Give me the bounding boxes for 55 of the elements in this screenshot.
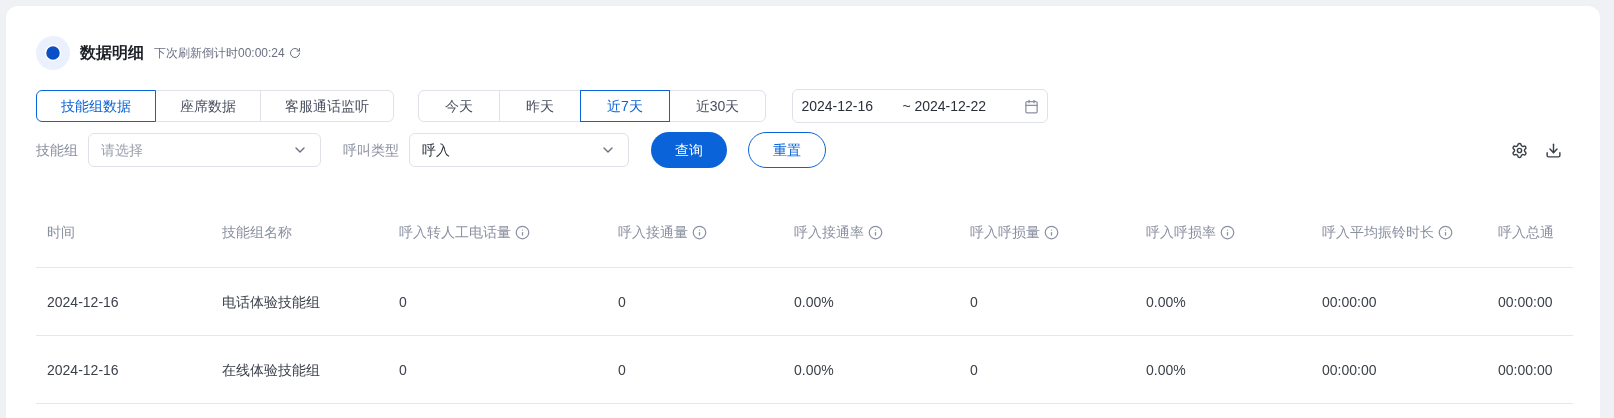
calendar-icon bbox=[1024, 98, 1040, 114]
info-icon[interactable] bbox=[1438, 225, 1453, 240]
select-field[interactable]: 呼入 bbox=[409, 133, 629, 167]
table-cell: 00:00:00 bbox=[1322, 361, 1377, 378]
table-cell: 00:00:00 bbox=[1498, 361, 1553, 378]
info-icon[interactable] bbox=[868, 225, 883, 240]
tab[interactable]: 技能组数据 bbox=[36, 90, 156, 122]
section-title: 数据明细 bbox=[80, 43, 144, 63]
table-cell: 0.00% bbox=[794, 361, 834, 378]
column-header: 呼入呼损量 bbox=[970, 223, 1040, 242]
tab[interactable]: 座席数据 bbox=[155, 90, 261, 122]
tab[interactable]: 今天 bbox=[418, 90, 500, 122]
select-placeholder: 请选择 bbox=[101, 140, 143, 160]
column-header: 呼入接通量 bbox=[618, 223, 688, 242]
settings-icon[interactable] bbox=[1511, 141, 1528, 159]
table-cell: 0 bbox=[970, 361, 978, 378]
table-cell: 在线体验技能组 bbox=[222, 361, 320, 378]
end-date: ~ 2024-12-22 bbox=[902, 96, 987, 116]
filter-label: 技能组 bbox=[36, 140, 78, 160]
start-date: 2024-12-16 bbox=[801, 96, 874, 116]
select-value: 呼入 bbox=[422, 140, 450, 160]
column-header: 技能组名称 bbox=[222, 223, 292, 242]
table-cell: 0 bbox=[970, 293, 978, 310]
query-button[interactable]: 查询 bbox=[651, 132, 727, 168]
tab[interactable]: 近30天 bbox=[668, 90, 767, 122]
info-icon[interactable] bbox=[515, 225, 530, 240]
download-icon[interactable] bbox=[1545, 141, 1562, 159]
table-cell: 2024-12-16 bbox=[47, 293, 119, 310]
table-cell: 0.00% bbox=[1146, 293, 1186, 310]
tab[interactable]: 近7天 bbox=[580, 90, 670, 122]
table-cell: 0 bbox=[399, 293, 407, 310]
table-cell: 0.00% bbox=[1146, 361, 1186, 378]
tab[interactable]: 昨天 bbox=[499, 90, 581, 122]
column-header: 呼入总通 bbox=[1498, 223, 1554, 242]
refresh-countdown: 下次刷新倒计时00:00:24 bbox=[154, 45, 285, 62]
column-header: 呼入转人工电话量 bbox=[399, 223, 511, 242]
table-cell: 00:00:00 bbox=[1322, 293, 1377, 310]
table-cell: 电话体验技能组 bbox=[222, 293, 320, 310]
table-cell: 0 bbox=[618, 293, 626, 310]
filter-label: 呼叫类型 bbox=[343, 140, 399, 160]
info-icon[interactable] bbox=[1044, 225, 1059, 240]
column-header: 时间 bbox=[47, 223, 75, 242]
table-cell: 0 bbox=[618, 361, 626, 378]
column-header: 呼入接通率 bbox=[794, 223, 864, 242]
column-header: 呼入呼损率 bbox=[1146, 223, 1216, 242]
tab[interactable]: 客服通话监听 bbox=[260, 90, 394, 122]
column-header: 呼入平均振铃时长 bbox=[1322, 223, 1434, 242]
info-icon[interactable] bbox=[1220, 225, 1235, 240]
table-cell: 0 bbox=[399, 361, 407, 378]
table-cell: 00:00:00 bbox=[1498, 293, 1553, 310]
refresh-icon[interactable] bbox=[288, 47, 301, 59]
table-cell: 0.00% bbox=[794, 293, 834, 310]
date-range-field[interactable]: 2024-12-16 ~ 2024-12-22 bbox=[792, 89, 1049, 123]
table-cell: 2024-12-16 bbox=[47, 361, 119, 378]
info-icon[interactable] bbox=[692, 225, 707, 240]
